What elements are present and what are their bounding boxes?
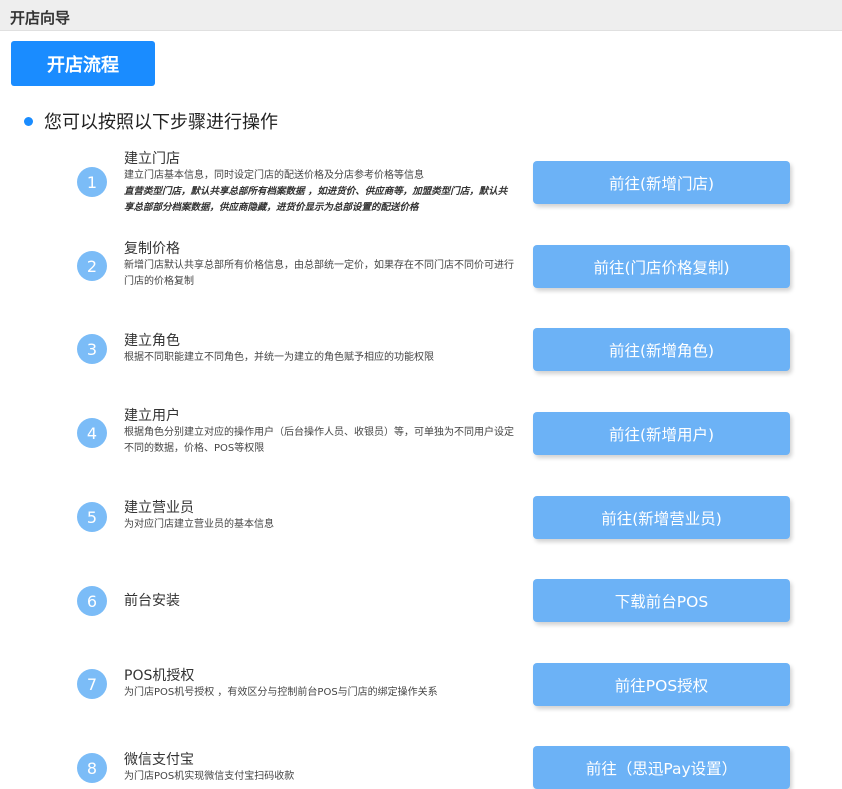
download-pos-button[interactable]: 下载前台POS [533, 579, 790, 622]
step-number: 5 [77, 502, 107, 532]
page-header: 开店向导 [0, 0, 842, 31]
step-number: 7 [77, 669, 107, 699]
step-title: 微信支付宝 [124, 752, 194, 768]
step-desc: 新增门店默认共享总部所有价格信息，由总部统一定价，如果存在不同门店不同价可进行门… [124, 260, 514, 287]
step-title: 复制价格 [124, 241, 180, 257]
step-number: 4 [77, 418, 107, 448]
step-desc: 为门店POS机号授权 ，有效区分与控制前台POS与门店的绑定操作关系 [124, 687, 438, 698]
tab-open-store-flow[interactable]: 开店流程 [11, 41, 155, 86]
step-text: 微信支付宝 为门店POS机实现微信支付宝扫码收款 [124, 751, 516, 785]
step-text: 建立角色 根据不同职能建立不同角色，并统一为建立的角色赋予相应的功能权限 [124, 332, 516, 366]
new-salesperson-button[interactable]: 前往(新增营业员) [533, 496, 790, 539]
step-text: 建立门店 建立门店基本信息，同时设定门店的配送价格及分店参考价格等信息 直营类型… [124, 150, 516, 216]
step-title: 建立角色 [124, 333, 180, 349]
new-store-button[interactable]: 前往(新增门店) [533, 161, 790, 204]
step-number: 6 [77, 586, 107, 616]
step-text: 建立营业员 为对应门店建立营业员的基本信息 [124, 499, 516, 533]
new-user-button[interactable]: 前往(新增用户) [533, 412, 790, 455]
step-desc: 根据不同职能建立不同角色，并统一为建立的角色赋予相应的功能权限 [124, 352, 434, 363]
step-number: 8 [77, 753, 107, 783]
step-desc: 为门店POS机实现微信支付宝扫码收款 [124, 771, 295, 782]
pos-authorization-button[interactable]: 前往POS授权 [533, 663, 790, 706]
step-title: 建立用户 [124, 408, 180, 424]
step-number: 2 [77, 251, 107, 281]
step-desc: 为对应门店建立营业员的基本信息 [124, 519, 274, 530]
step-title: POS机授权 [124, 668, 195, 684]
step-desc: 建立门店基本信息，同时设定门店的配送价格及分店参考价格等信息 [124, 170, 424, 181]
new-role-button[interactable]: 前往(新增角色) [533, 328, 790, 371]
step-note: 直营类型门店，默认共享总部所有档案数据 ，如进货价、供应商等，加盟类型门店，默认… [124, 186, 508, 213]
step-title: 建立营业员 [124, 500, 194, 516]
copy-store-price-button[interactable]: 前往(门店价格复制) [533, 245, 790, 288]
page-title: 开店向导 [10, 9, 71, 27]
step-title: 前台安装 [124, 593, 180, 609]
pay-settings-button[interactable]: 前往（思迅Pay设置） [533, 746, 790, 789]
step-desc: 根据角色分别建立对应的操作用户（后台操作人员、收银员）等，可单独为不同用户设定不… [124, 427, 514, 454]
bullet-dot-icon [24, 116, 33, 126]
step-title: 建立门店 [124, 151, 180, 167]
intro: 您可以按照以下步骤进行操作 [24, 108, 278, 134]
step-text: 建立用户 根据角色分别建立对应的操作用户（后台操作人员、收银员）等，可单独为不同… [124, 407, 516, 457]
step-number: 3 [77, 334, 107, 364]
step-text: 前台安装 [124, 592, 516, 610]
intro-text: 您可以按照以下步骤进行操作 [44, 112, 278, 133]
step-number: 1 [77, 167, 107, 197]
step-text: POS机授权 为门店POS机号授权 ，有效区分与控制前台POS与门店的绑定操作关… [124, 667, 516, 701]
step-text: 复制价格 新增门店默认共享总部所有价格信息，由总部统一定价，如果存在不同门店不同… [124, 240, 516, 290]
